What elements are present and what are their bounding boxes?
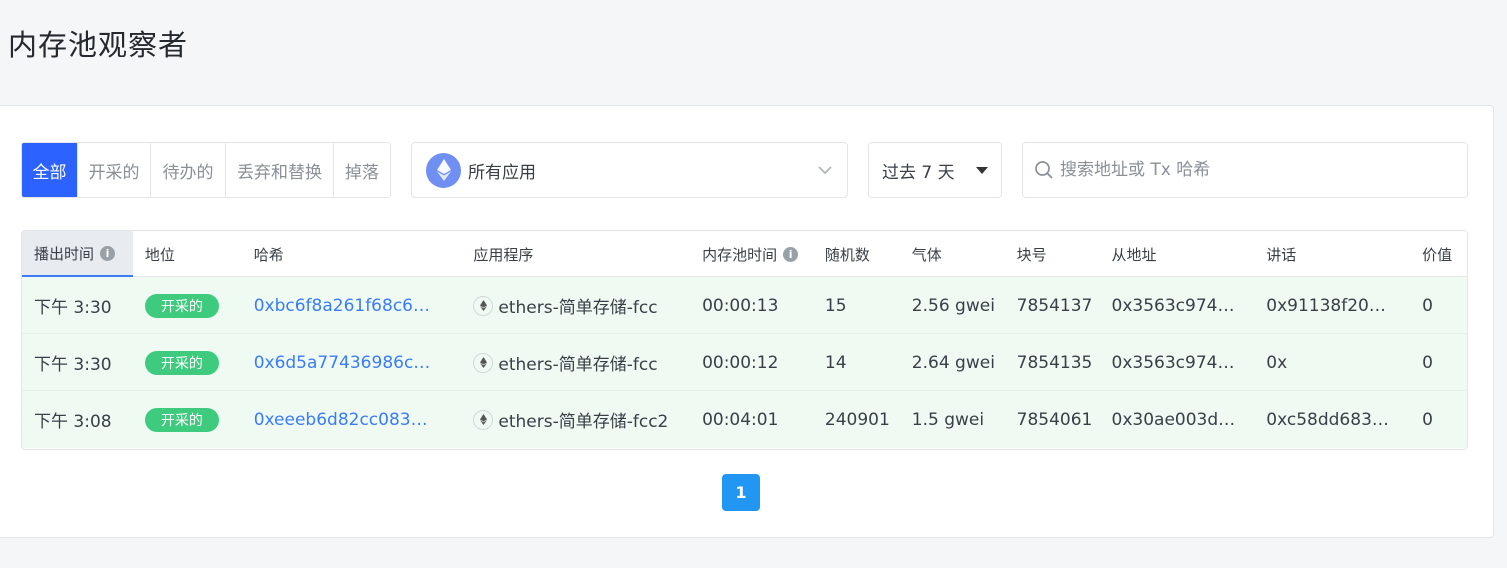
chevron-down-icon xyxy=(818,166,832,175)
table-row[interactable]: 下午 3:30 开采的 0x6d5a77436986c40e1f2b ether… xyxy=(22,334,1467,391)
cell-from: 0x3563c9749156 xyxy=(1100,277,1255,334)
cell-nonce: 15 xyxy=(824,295,847,316)
col-header-label: 气体 xyxy=(911,245,942,264)
from-address: 0x3563c9749156 xyxy=(1111,295,1240,316)
col-header-broadcast-time[interactable]: 播出时间 i xyxy=(22,231,133,277)
cell-input: 0x91138f20cc0a xyxy=(1254,277,1410,334)
cell-hash: 0xeeeb6d82cc08338a71c4 xyxy=(242,391,462,448)
table-row[interactable]: 下午 3:08 开采的 0xeeeb6d82cc08338a71c4 ether… xyxy=(22,391,1467,448)
col-header-hash[interactable]: 哈希 xyxy=(242,231,462,277)
cell-from: 0x3563c9749156 xyxy=(1100,334,1255,391)
cell-status: 开采的 xyxy=(133,334,242,391)
col-header-label: 块号 xyxy=(1016,245,1047,264)
cell-nonce: 14 xyxy=(824,352,847,373)
hash-link[interactable]: 0x6d5a77436986c40e1f2b xyxy=(254,353,436,373)
col-header-status[interactable]: 地位 xyxy=(133,231,242,277)
col-header-nonce[interactable]: 随机数 xyxy=(813,231,900,277)
from-address: 0x3563c9749156 xyxy=(1111,352,1240,373)
col-header-label: 应用程序 xyxy=(473,245,534,264)
info-icon[interactable]: i xyxy=(100,245,116,261)
cell-time: 下午 3:30 xyxy=(34,298,112,318)
info-icon[interactable]: i xyxy=(783,246,799,262)
pagination-page-1[interactable]: 1 xyxy=(722,474,760,511)
mempool-card: 全部 开采的 待办的 丢弃和替换 掉落 所有应用 过去 7 天 播出时 xyxy=(0,105,1494,538)
cell-hash: 0xbc6f8a261f68c6232d9a xyxy=(242,277,462,334)
col-header-label: 从地址 xyxy=(1111,245,1157,264)
col-header-label: 内存池时间 xyxy=(702,245,778,264)
caret-down-icon xyxy=(976,167,988,174)
cell-input: 0x xyxy=(1254,334,1410,391)
time-range-label: 过去 7 天 xyxy=(882,162,955,183)
status-filter-tabs: 全部 开采的 待办的 丢弃和替换 掉落 xyxy=(21,142,391,198)
cell-app: ethers-简单存储-fcc2 xyxy=(461,391,690,448)
from-address: 0x30ae003d9a2b xyxy=(1111,409,1240,430)
cell-from: 0x30ae003d9a2b xyxy=(1100,391,1255,448)
tab-dropped-replaced[interactable]: 丢弃和替换 xyxy=(226,143,334,197)
hash-link[interactable]: 0xbc6f8a261f68c6232d9a xyxy=(254,296,436,316)
tab-all[interactable]: 全部 xyxy=(22,143,78,197)
cell-block: 7854135 xyxy=(1016,352,1093,373)
app-name: ethers-简单存储-fcc xyxy=(498,355,658,375)
tab-pending[interactable]: 待办的 xyxy=(151,143,226,197)
cell-time: 下午 3:08 xyxy=(34,412,112,432)
cell-mempool-time: 00:04:01 xyxy=(702,409,779,430)
ethereum-icon xyxy=(473,409,494,430)
table-row[interactable]: 下午 3:30 开采的 0xbc6f8a261f68c6232d9a ether… xyxy=(22,277,1467,334)
input-data: 0xc58dd6832a1f xyxy=(1266,409,1390,430)
status-badge: 开采的 xyxy=(144,407,219,432)
col-header-block[interactable]: 块号 xyxy=(1005,231,1100,277)
cell-gas: 1.5 gwei xyxy=(911,409,985,430)
col-header-mempool-time[interactable]: 内存池时间 i xyxy=(690,231,813,277)
cell-mempool-time: 00:00:12 xyxy=(702,352,779,373)
col-header-label: 哈希 xyxy=(253,245,284,264)
hash-link[interactable]: 0xeeeb6d82cc08338a71c4 xyxy=(254,410,436,430)
col-header-gas[interactable]: 气体 xyxy=(900,231,1005,277)
ethereum-icon xyxy=(426,152,461,188)
input-data: 0x xyxy=(1266,352,1288,373)
cell-mempool-time: 00:00:13 xyxy=(702,295,779,316)
cell-block: 7854061 xyxy=(1016,409,1093,430)
app-select-dropdown[interactable]: 所有应用 xyxy=(411,142,848,198)
search-input[interactable] xyxy=(1060,155,1467,185)
time-range-select[interactable]: 过去 7 天 xyxy=(868,142,1002,198)
cell-gas: 2.56 gwei xyxy=(911,295,995,316)
ethereum-icon xyxy=(473,352,494,373)
cell-value: 0 xyxy=(1422,352,1433,373)
status-badge: 开采的 xyxy=(144,350,219,375)
cell-value: 0 xyxy=(1422,295,1433,316)
page-title: 内存池观察者 xyxy=(8,28,189,62)
col-header-label: 播出时间 xyxy=(34,244,95,263)
status-badge: 开采的 xyxy=(144,293,219,318)
search-icon xyxy=(1035,161,1053,179)
input-data: 0x91138f20cc0a xyxy=(1266,295,1390,316)
col-header-input[interactable]: 讲话 xyxy=(1254,231,1410,277)
cell-nonce: 240901 xyxy=(824,409,890,430)
col-header-label: 地位 xyxy=(144,245,175,264)
col-header-from[interactable]: 从地址 xyxy=(1100,231,1255,277)
transactions-table: 播出时间 i 地位 哈希 应用程序 内存池时间 i 随机数 气体 块号 从地址 … xyxy=(21,230,1468,450)
ethereum-icon xyxy=(473,295,494,316)
cell-input: 0xc58dd6832a1f xyxy=(1254,391,1410,448)
tab-mined[interactable]: 开采的 xyxy=(78,143,151,197)
app-name: ethers-简单存储-fcc2 xyxy=(498,412,669,432)
cell-time: 下午 3:30 xyxy=(34,355,112,375)
cell-app: ethers-简单存储-fcc xyxy=(461,334,690,391)
col-header-value[interactable]: 价值 xyxy=(1410,231,1467,277)
cell-gas: 2.64 gwei xyxy=(911,352,995,373)
cell-hash: 0x6d5a77436986c40e1f2b xyxy=(242,334,462,391)
col-header-app[interactable]: 应用程序 xyxy=(461,231,690,277)
app-select-label: 所有应用 xyxy=(468,162,536,183)
cell-value: 0 xyxy=(1422,409,1433,430)
col-header-label: 价值 xyxy=(1422,245,1453,264)
cell-status: 开采的 xyxy=(133,277,242,334)
cell-status: 开采的 xyxy=(133,391,242,448)
search-box xyxy=(1022,142,1468,198)
col-header-label: 讲话 xyxy=(1266,245,1297,264)
col-header-label: 随机数 xyxy=(824,245,870,264)
cell-app: ethers-简单存储-fcc xyxy=(461,277,690,334)
tab-failed[interactable]: 掉落 xyxy=(334,143,390,197)
app-name: ethers-简单存储-fcc xyxy=(498,298,658,318)
table-header: 播出时间 i 地位 哈希 应用程序 内存池时间 i 随机数 气体 块号 从地址 … xyxy=(22,231,1467,277)
cell-block: 7854137 xyxy=(1016,295,1093,316)
